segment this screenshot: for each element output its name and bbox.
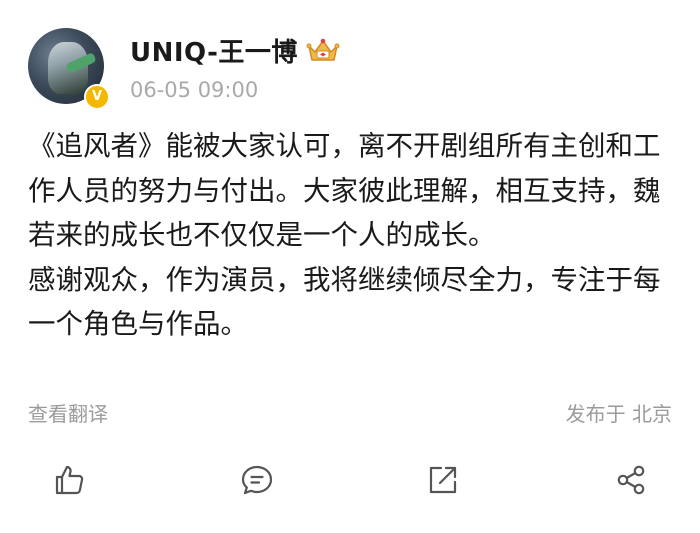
verified-badge-icon: V	[84, 84, 110, 110]
repost-button[interactable]	[421, 458, 465, 502]
name-row: UNIQ-王一博	[130, 30, 340, 70]
action-bar	[0, 458, 700, 506]
post-location: 发布于 北京	[565, 402, 672, 426]
post-time: 06-05 09:00	[130, 78, 259, 102]
post-paragraph: 《追风者》能被大家认可，离不开剧组所有主创和工作人员的努力与付出。大家彼此理解，…	[28, 130, 661, 251]
share-icon	[617, 465, 645, 495]
share-button[interactable]	[609, 458, 653, 502]
comment-icon	[241, 465, 273, 495]
repost-icon	[429, 466, 457, 494]
post-meta-row: 查看翻译 发布于 北京	[28, 398, 672, 430]
membership-crown-icon[interactable]	[306, 36, 340, 64]
post-header: V UNIQ-王一博 06-05 09:00	[28, 28, 668, 110]
like-button[interactable]	[47, 458, 91, 502]
like-icon	[55, 465, 84, 495]
post-paragraph: 感谢观众，作为演员，我将继续倾尽全力，专注于每一个角色与作品。	[28, 263, 661, 341]
comment-button[interactable]	[235, 458, 279, 502]
post-content: 《追风者》能被大家认可，离不开剧组所有主创和工作人员的努力与付出。大家彼此理解，…	[28, 124, 676, 347]
username[interactable]: UNIQ-王一博	[130, 32, 298, 69]
translate-link[interactable]: 查看翻译	[28, 398, 108, 427]
